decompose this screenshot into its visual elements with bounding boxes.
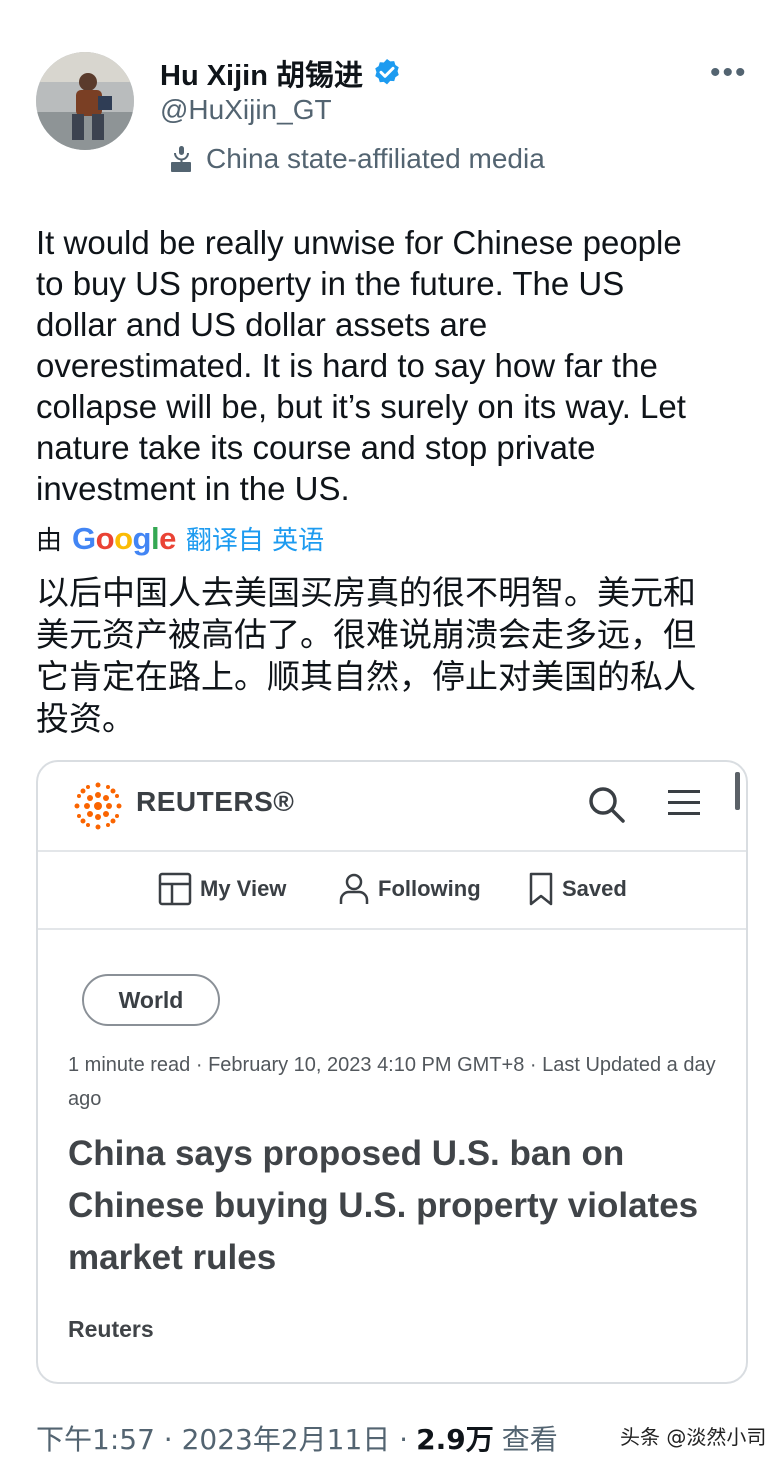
reuters-nav: My View Following Saved xyxy=(38,852,746,930)
view-count: 2.9万 xyxy=(416,1423,494,1456)
link-preview-card[interactable]: REUTERS® My View Following Saved World 1… xyxy=(36,760,748,1384)
microphone-podium-icon xyxy=(171,146,191,172)
translated-text: 以后中国人去美国买房真的很不明智。美元和 美元资产被高估了。很难说崩溃会走多远，… xyxy=(36,573,696,738)
author-handle[interactable]: @HuXijin_GT xyxy=(160,94,332,126)
reuters-logo-icon xyxy=(74,782,122,830)
article-meta: 1 minute read · February 10, 2023 4:10 P… xyxy=(68,1054,716,1110)
more-options-icon[interactable]: ••• xyxy=(710,56,748,90)
section-tag-world[interactable]: World xyxy=(82,974,220,1026)
author-name-row: Hu Xijin 胡锡进 xyxy=(160,52,403,94)
verified-badge-icon xyxy=(375,59,399,85)
translation-attribution: 由 Google 翻译自 英语 xyxy=(36,520,324,557)
person-icon xyxy=(339,873,369,904)
search-icon[interactable] xyxy=(586,784,626,824)
bookmark-icon xyxy=(529,872,553,906)
nav-following-label: Following xyxy=(378,876,481,901)
avatar[interactable] xyxy=(36,52,134,150)
translated-from-link[interactable]: 翻译自 英语 xyxy=(186,520,324,557)
tweet-footer: 下午1:57 · 2023年2月11日 · 2.9万 查看 xyxy=(36,1418,558,1458)
google-logo: Google xyxy=(72,520,176,556)
my-view-icon xyxy=(158,872,192,906)
nav-following[interactable]: Following xyxy=(338,872,481,906)
affiliation-text: China state-affiliated media xyxy=(206,143,545,174)
translated-by-label: 由 xyxy=(36,526,63,556)
view-count-label: 查看 xyxy=(501,1423,558,1456)
reuters-header: REUTERS® xyxy=(38,762,746,852)
affiliation-label[interactable]: China state-affiliated media xyxy=(166,143,545,175)
nav-saved-label: Saved xyxy=(562,876,627,901)
nav-saved[interactable]: Saved xyxy=(528,872,627,906)
scrollbar[interactable] xyxy=(735,772,740,810)
nav-my-view-label: My View xyxy=(200,876,287,901)
nav-my-view[interactable]: My View xyxy=(158,872,286,906)
menu-icon[interactable] xyxy=(666,788,702,818)
avatar-photo xyxy=(36,52,134,150)
tweet-text: It would be really unwise for Chinese pe… xyxy=(36,224,686,507)
tweet-timestamp[interactable]: 下午1:57 · 2023年2月11日 · xyxy=(36,1418,408,1458)
article-byline: Reuters xyxy=(68,1316,154,1342)
watermark: 头条 @淡然小司 xyxy=(620,1425,767,1449)
author-name[interactable]: Hu Xijin 胡锡进 xyxy=(160,52,363,94)
reuters-wordmark: REUTERS® xyxy=(136,786,295,817)
article-headline[interactable]: China says proposed U.S. ban on Chinese … xyxy=(68,1128,728,1284)
